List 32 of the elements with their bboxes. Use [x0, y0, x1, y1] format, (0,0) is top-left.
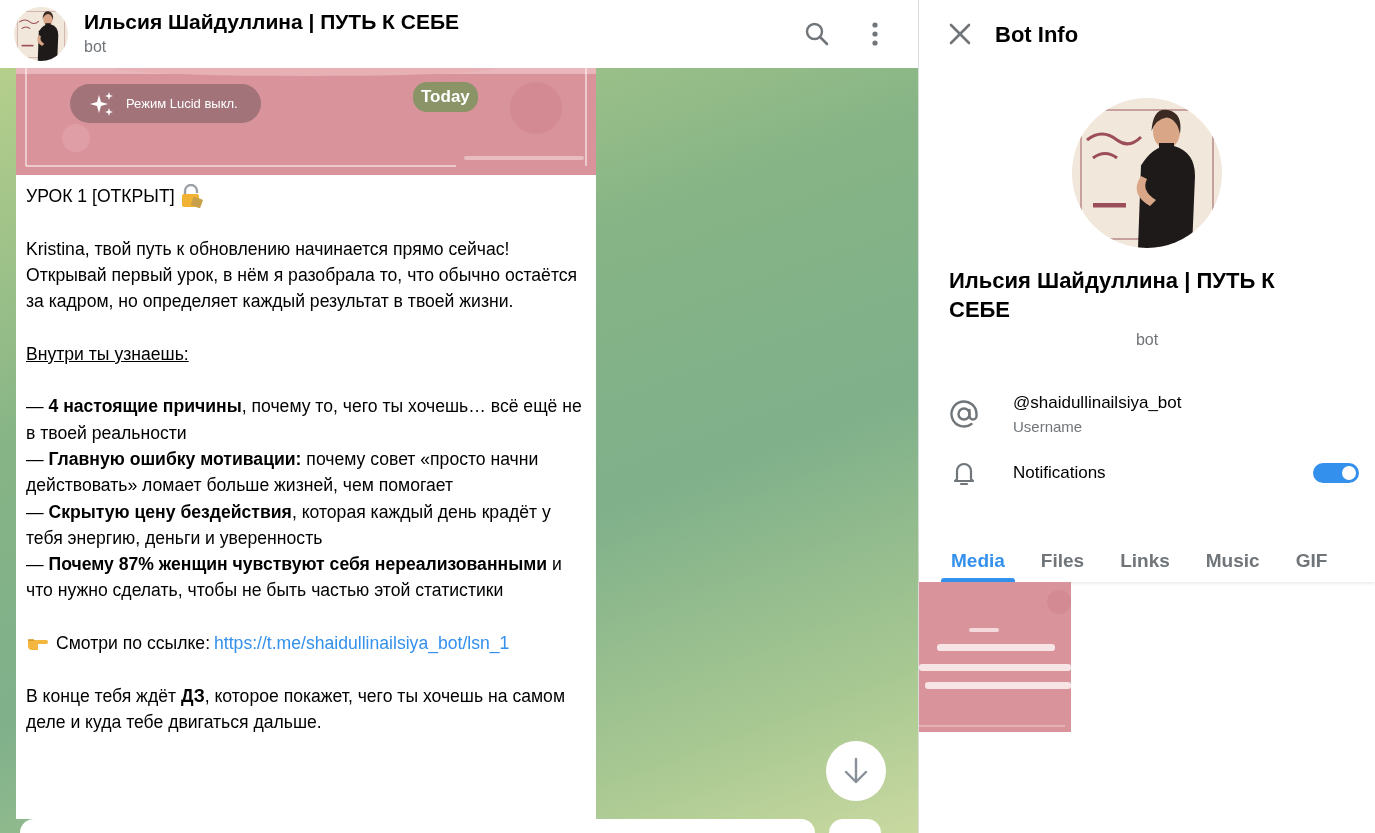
panel-title: Bot Info	[995, 20, 1079, 49]
message-heading: УРОК 1 [ОТКРЫТ]	[26, 185, 175, 208]
username: @shaidullinailsiya_bot	[1013, 392, 1182, 414]
message-text: — Главную ошибку мотивации: почему совет «просто начни действовать» ломает больше жизней, чем помогает	[26, 447, 540, 498]
link-label: Смотри по ссылке:	[56, 632, 211, 656]
message-text: Kristina, твой путь к обновлению начинается прямо сейчас! Открывай первый урок, в нём я разобрала то, что обычно остаётся за кадром, но определяет каждый результат в твоей жизни.	[26, 237, 579, 314]
scroll-down-button[interactable]	[826, 741, 886, 801]
tab[interactable]: GIF	[1285, 526, 1338, 582]
profile-subtitle: bot	[1134, 330, 1160, 350]
message-link[interactable]: https://t.me/shaidullinailsiya_bot/lsn_1	[214, 630, 510, 657]
tab[interactable]: Files	[1030, 526, 1095, 582]
search-icon[interactable]	[804, 21, 830, 47]
message-text: Внутри ты узнаешь:	[26, 342, 190, 366]
more-icon[interactable]	[870, 21, 880, 47]
at-sign-icon	[949, 399, 979, 429]
tab[interactable]: Media	[941, 526, 1015, 582]
lucid-mode-button[interactable]: Режим Lucid выкл.	[70, 84, 261, 123]
profile-name: Ильсия Шайдуллина | ПУТЬ К СЕБЕ	[948, 267, 1276, 324]
message-text: В конце тебя ждёт ДЗ, которое покажет, чего ты хочешь на самом деле и куда тебе двигаться дальше.	[26, 684, 566, 734]
message-text: — Почему 87% женщин чувствуют себя нереализованными и что нужно сделать, чтобы не быть частью этой статистики	[26, 553, 563, 603]
tab[interactable]: Links	[1110, 526, 1180, 582]
date-badge: Today	[413, 82, 478, 112]
username-label: Username	[1013, 416, 1084, 437]
notifications-label: Notifications	[1013, 462, 1107, 485]
notifications-toggle[interactable]	[1313, 463, 1359, 483]
sparkle-icon	[90, 91, 114, 116]
close-icon[interactable]	[949, 23, 971, 45]
chat-title: Ильсия Шайдуллина | ПУТЬ К СЕБЕ	[84, 9, 461, 35]
message-input[interactable]	[20, 819, 815, 833]
arrow-down-icon	[844, 757, 868, 785]
tab[interactable]: Music	[1195, 526, 1270, 582]
chat-subtitle: bot	[84, 36, 108, 57]
